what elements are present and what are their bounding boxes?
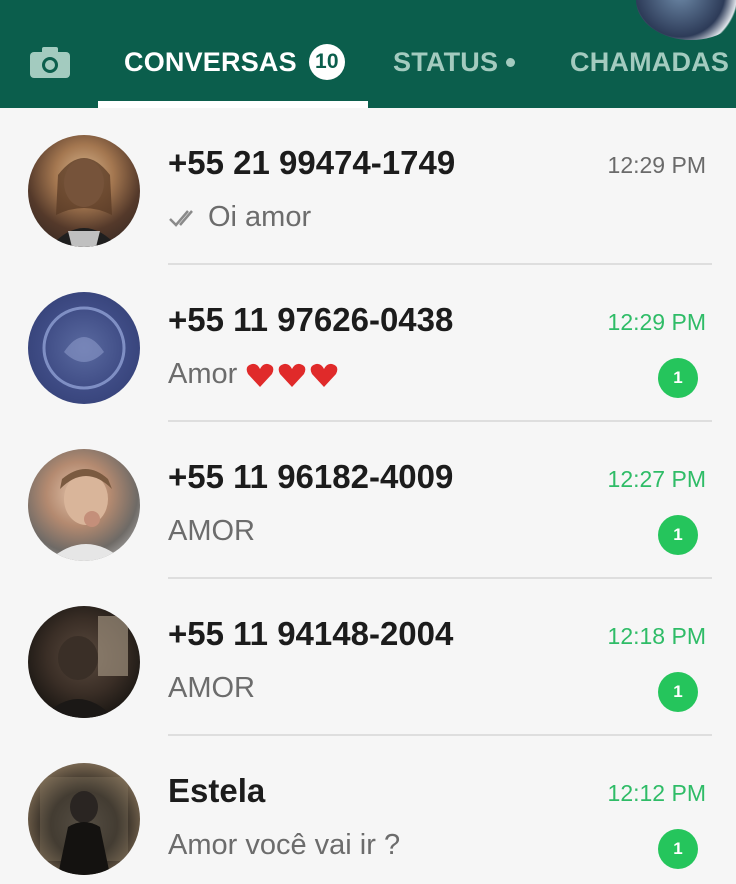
chat-preview: AMOR <box>168 672 255 705</box>
tab-status-label: STATUS <box>393 46 499 77</box>
chat-time: 12:29 PM <box>607 309 706 335</box>
chat-time: 12:29 PM <box>607 152 706 178</box>
chat-preview-text: Amor <box>168 358 238 390</box>
tab-chamadas-label: CHAMADAS <box>570 46 730 77</box>
avatar <box>28 449 140 561</box>
tab-conversas-label: CONVERSAS <box>124 46 297 77</box>
camera-icon <box>30 47 70 78</box>
avatar <box>28 292 140 404</box>
unread-chats-badge: 10 <box>308 44 345 80</box>
chat-preview: Amor <box>168 358 341 391</box>
chat-time: 12:18 PM <box>607 623 706 649</box>
whatsapp-screen: CONVERSAS 10 STATUS CHAMADAS +55 21 9947… <box>0 0 736 884</box>
heart-icon <box>278 363 306 387</box>
chat-time: 12:12 PM <box>607 780 706 806</box>
chat-preview: Oi amor <box>168 201 311 234</box>
avatar <box>28 606 140 718</box>
tab-conversas[interactable]: CONVERSAS 10 <box>124 38 345 86</box>
double-check-icon <box>169 209 193 227</box>
chat-time: 12:27 PM <box>607 466 706 492</box>
unread-count-badge: 1 <box>658 515 698 555</box>
chat-row[interactable]: +55 11 96182-4009 12:27 PM AMOR 1 <box>0 422 736 579</box>
tab-status[interactable]: STATUS <box>393 38 516 86</box>
unread-count-badge: 1 <box>658 358 698 398</box>
profile-photo-fragment <box>636 0 736 40</box>
hearts-emoji <box>245 360 341 390</box>
new-status-dot <box>506 57 516 67</box>
tab-camera[interactable] <box>26 40 74 84</box>
chat-preview: Amor você vai ir ? <box>168 829 400 862</box>
heart-icon <box>246 363 274 387</box>
chat-preview-text: AMOR <box>168 672 255 704</box>
unread-count-badge: 1 <box>658 829 698 869</box>
chat-name: Estela <box>168 772 266 809</box>
chat-name: +55 11 94148-2004 <box>168 615 454 652</box>
chat-row[interactable]: Estela 12:12 PM Amor você vai ir ? 1 <box>0 736 736 884</box>
chat-row[interactable]: +55 11 97626-0438 12:29 PM Amor 1 <box>0 265 736 422</box>
chat-list: +55 21 99474-1749 12:29 PM Oi amor +55 1… <box>0 108 736 884</box>
chat-preview-text: AMOR <box>168 515 255 547</box>
chat-name: +55 21 99474-1749 <box>168 144 456 181</box>
heart-icon <box>310 363 338 387</box>
chat-preview-text: Oi amor <box>208 201 312 233</box>
active-tab-indicator <box>98 101 368 108</box>
chat-row[interactable]: +55 11 94148-2004 12:18 PM AMOR 1 <box>0 579 736 736</box>
chat-row[interactable]: +55 21 99474-1749 12:29 PM Oi amor <box>0 108 736 265</box>
unread-count-badge: 1 <box>658 672 698 712</box>
avatar <box>28 135 140 247</box>
avatar <box>28 763 140 875</box>
chat-preview: AMOR <box>168 515 255 548</box>
tab-bar: CONVERSAS 10 STATUS CHAMADAS <box>0 0 736 108</box>
tab-chamadas[interactable]: CHAMADAS <box>570 38 729 86</box>
chat-preview-text: Amor você vai ir ? <box>168 829 401 861</box>
chat-name: +55 11 97626-0438 <box>168 301 454 338</box>
chat-name: +55 11 96182-4009 <box>168 458 454 495</box>
